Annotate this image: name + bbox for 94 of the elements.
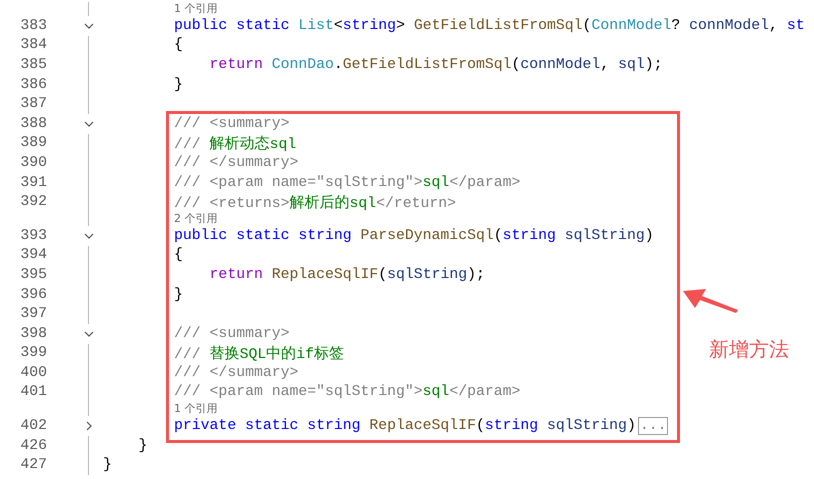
line-number: 387: [20, 96, 47, 112]
line-number: 402: [20, 418, 47, 434]
line-number: 401: [20, 384, 47, 400]
line-number: 390: [20, 154, 47, 171]
doc-comment: /// <param name="sqlString">: [173, 174, 423, 191]
doc-comment: /// </summary>: [173, 154, 298, 171]
line-number: 386: [20, 76, 47, 93]
parameter-name: connModel: [520, 56, 600, 73]
line-number: 388: [20, 116, 47, 132]
method-name: ParseDynamicSql: [360, 228, 494, 244]
doc-comment: </param>: [449, 174, 520, 191]
code-text: }: [138, 438, 148, 454]
code-text: >: [396, 18, 406, 34]
line-number: 398: [20, 326, 47, 342]
line-number: 426: [20, 438, 47, 454]
code-text: );: [644, 56, 662, 73]
line-number: 399: [20, 345, 47, 362]
code-text: ?: [671, 18, 682, 34]
line-number: 383: [20, 18, 47, 34]
code-text: (: [512, 56, 520, 73]
doc-comment: </param>: [449, 384, 520, 400]
doc-comment: /// <summary>: [173, 116, 290, 132]
keyword: public static string: [173, 228, 353, 244]
doc-comment: </return>: [376, 196, 456, 212]
chevron-down-icon[interactable]: [84, 118, 94, 129]
line-number: 392: [20, 194, 47, 210]
doc-comment: ///: [173, 346, 202, 363]
code-text: {: [173, 37, 183, 54]
chevron-down-icon[interactable]: [84, 328, 94, 339]
doc-comment-text: sql: [422, 174, 450, 191]
doc-comment-text: 解析后的sql: [289, 196, 376, 212]
keyword: string: [484, 418, 540, 434]
reference-count-link[interactable]: 2 个引用: [174, 212, 218, 225]
parameter-name: sql: [618, 56, 645, 73]
line-number: 393: [20, 228, 47, 244]
code-text: ): [644, 228, 654, 244]
line-number: 391: [20, 174, 47, 191]
code-text: ,: [600, 56, 610, 73]
chevron-right-icon[interactable]: [84, 421, 94, 432]
type-name: ConnModel: [591, 18, 672, 34]
code-text: }: [173, 76, 183, 93]
line-number: 389: [20, 135, 47, 152]
line-number: 384: [20, 37, 47, 54]
code-text: ): [626, 418, 636, 434]
code-text: (: [476, 418, 485, 434]
annotation-label: 新增方法: [709, 336, 789, 363]
code-text: .: [334, 56, 343, 73]
keyword: return: [208, 56, 264, 73]
keyword: private static string: [173, 418, 362, 434]
doc-comment-text: sql: [422, 384, 450, 400]
keyword: string: [502, 228, 557, 244]
line-number: 396: [20, 286, 47, 303]
line-number: 397: [20, 306, 47, 322]
code-text: (: [582, 18, 592, 34]
parameter-name: sqlString: [564, 228, 645, 244]
doc-comment-text: 解析动态sql: [210, 136, 296, 153]
method-name: GetFieldListFromSql: [414, 18, 583, 34]
method-name: GetFieldListFromSql: [342, 56, 512, 73]
parameter-name: sqlString: [387, 266, 468, 283]
code-text: {: [173, 247, 183, 264]
doc-comment: /// <param name="sqlString">: [173, 384, 423, 400]
line-number: 394: [20, 247, 47, 264]
keyword: st: [786, 18, 805, 34]
doc-comment: /// <returns>: [173, 196, 290, 212]
doc-comment: ///: [173, 136, 202, 153]
code-text: ,: [769, 18, 779, 34]
collapsed-code-button[interactable]: ...: [638, 417, 668, 436]
type-name: ConnDao: [272, 56, 334, 73]
arrow-icon: [683, 289, 739, 315]
keyword: return: [208, 266, 264, 283]
line-number: 400: [20, 364, 47, 381]
doc-comment: /// <summary>: [173, 326, 290, 342]
line-number: 385: [20, 56, 47, 73]
chevron-down-icon[interactable]: [84, 21, 94, 31]
parameter-name: sqlString: [547, 418, 627, 434]
code-text: (: [494, 228, 503, 244]
doc-comment: /// </summary>: [173, 364, 298, 381]
code-text: );: [467, 266, 485, 283]
code-text: <: [334, 18, 343, 34]
method-name: ReplaceSqlIF: [369, 418, 476, 434]
code-text: (: [378, 266, 388, 283]
line-number: 427: [20, 457, 47, 474]
reference-count-link[interactable]: 1 个引用: [174, 402, 218, 416]
code-text: }: [103, 457, 112, 474]
method-name: ReplaceSqlIF: [272, 266, 378, 283]
keyword: public static: [173, 18, 290, 34]
line-number: 395: [20, 266, 47, 283]
parameter-name: connModel: [689, 18, 770, 34]
doc-comment-text: 替换SQL中的if标签: [210, 346, 344, 363]
keyword: string: [342, 18, 396, 34]
chevron-down-icon[interactable]: [84, 230, 94, 241]
code-text: }: [173, 286, 183, 303]
type-name: List: [298, 18, 334, 34]
reference-count-link[interactable]: 1 个引用: [174, 2, 218, 15]
